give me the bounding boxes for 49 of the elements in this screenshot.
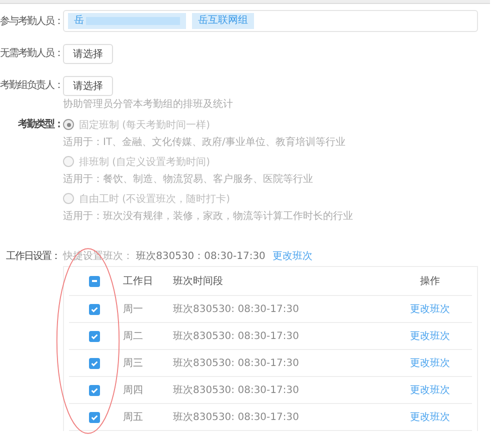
column-header: 工作日 xyxy=(122,275,154,288)
row-checkbox[interactable] xyxy=(88,384,100,396)
field-label: 考勤组负责人： xyxy=(0,78,63,93)
table-cell-text: 班次830530: 08:30-17:30 xyxy=(173,302,300,316)
table-cell-text: 周三 xyxy=(122,357,144,370)
field-label: 考勤类型： xyxy=(17,118,63,132)
radio-label: 排班制 (自定义设置考勤时间) xyxy=(79,156,210,168)
radio-option[interactable]: 排班制 (自定义设置考勤时间) xyxy=(63,155,353,168)
column-header: 班次时间段 xyxy=(173,274,224,288)
radio-icon[interactable] xyxy=(63,156,74,167)
change-shift-link[interactable]: 更改班次 xyxy=(410,412,450,423)
person-tag[interactable]: 岳 xyxy=(68,13,186,29)
change-shift-link[interactable]: 更改班次 xyxy=(410,304,450,315)
tag-input-field[interactable]: 岳 岳互联网组 xyxy=(63,10,478,32)
table-cell-text: 班次830530: 08:30-17:30 xyxy=(173,384,300,397)
radio-icon[interactable] xyxy=(63,119,74,130)
radio-option[interactable]: 自由工时 (不设置班次，随时打卡) xyxy=(63,192,353,205)
select-button[interactable]: 请选择 xyxy=(63,76,113,96)
field-label: 工作日设置： xyxy=(5,250,60,263)
field-label: 参与考勤人员： xyxy=(0,14,63,28)
person-tag[interactable]: 岳互联网组 xyxy=(192,13,254,29)
table-cell-text: 周一 xyxy=(122,303,144,316)
row-checkbox[interactable] xyxy=(88,304,100,314)
select-all-checkbox[interactable] xyxy=(88,276,100,286)
table-cell-text: 周四 xyxy=(122,384,144,397)
shift-text: 班次830530：08:30-17:30 xyxy=(136,250,266,263)
field-label: 无需考勤人员： xyxy=(0,46,63,61)
table-cell-text: 班次830530: 08:30-17:30 xyxy=(173,330,300,343)
change-shift-link[interactable]: 更改班次 xyxy=(272,249,312,263)
change-shift-link[interactable]: 更改班次 xyxy=(410,331,450,342)
table-cell-text: 周五 xyxy=(122,411,144,424)
change-shift-link[interactable]: 更改班次 xyxy=(410,385,450,396)
column-header: 操作 xyxy=(419,275,441,288)
radio-option[interactable]: 固定班制 (每天考勤时间一样) xyxy=(63,118,353,131)
row-checkbox[interactable] xyxy=(88,330,100,342)
change-shift-link[interactable]: 更改班次 xyxy=(410,358,450,369)
option-description: 适用于：IT、金融、文化传媒、政府/事业单位、教育培训等行业 xyxy=(63,136,346,149)
row-checkbox[interactable] xyxy=(88,358,100,368)
select-button[interactable]: 请选择 xyxy=(63,44,113,64)
hint-text: 协助管理员分管本考勤组的排班及统计 xyxy=(63,98,233,111)
table-cell-text: 周二 xyxy=(122,330,144,343)
table-cell-text: 班次830530: 08:30-17:30 xyxy=(173,410,300,424)
radio-icon[interactable] xyxy=(63,193,74,204)
option-description: 适用于：班次没有规律，装修，家政，物流等计算工作时长的行业 xyxy=(63,210,353,223)
radio-label: 固定班制 (每天考勤时间一样) xyxy=(79,118,210,132)
radio-label: 自由工时 (不设置班次，随时打卡) xyxy=(79,192,230,206)
option-description: 适用于：餐饮、制造、物流贸易、客户服务、医院等行业 xyxy=(63,173,314,186)
row-checkbox[interactable] xyxy=(88,412,100,422)
table-cell-text: 班次830530: 08:30-17:30 xyxy=(173,356,300,370)
